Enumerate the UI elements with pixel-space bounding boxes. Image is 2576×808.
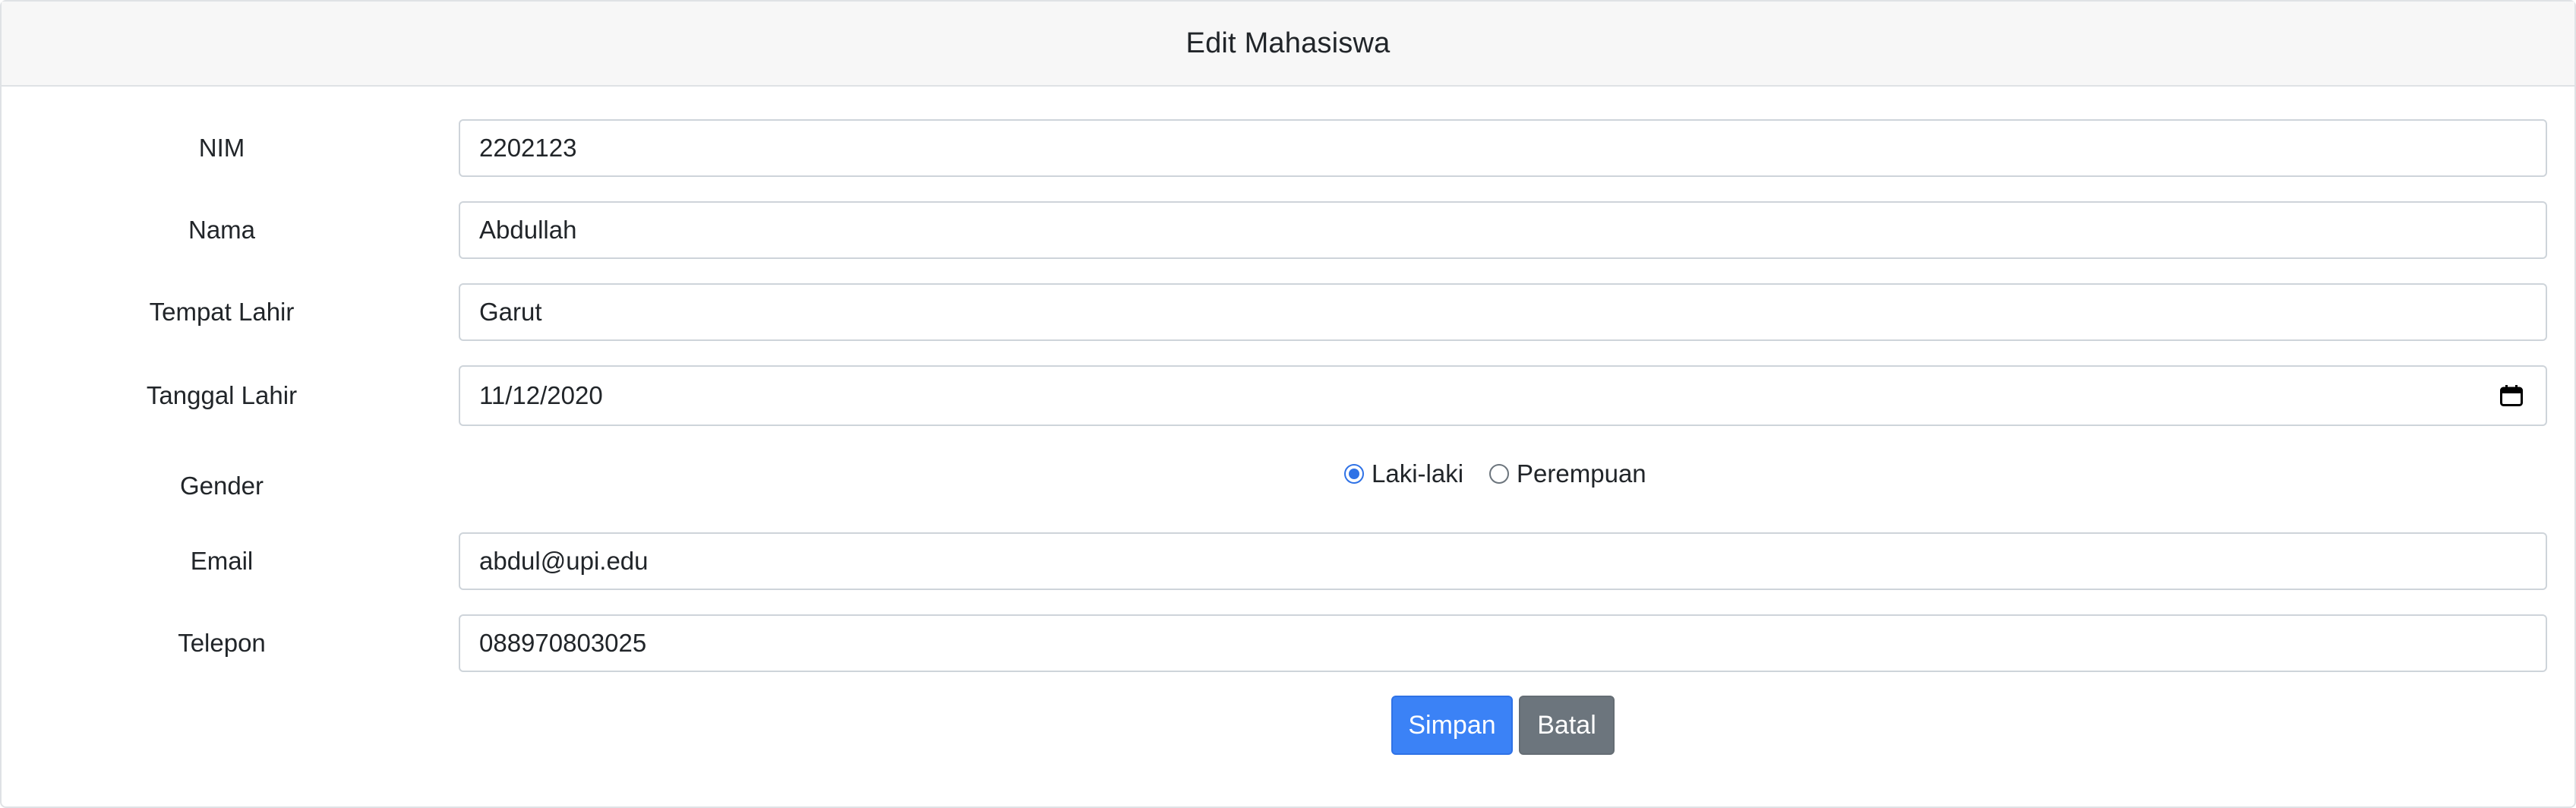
tempat-lahir-input[interactable]: Garut <box>459 283 2547 341</box>
email-input[interactable]: abdul@upi.edu <box>459 532 2547 590</box>
save-button[interactable]: Simpan <box>1391 696 1513 755</box>
nim-label: NIM <box>198 134 245 162</box>
nama-row: Nama Abdullah <box>2 201 2576 259</box>
cancel-button[interactable]: Batal <box>1519 696 1615 755</box>
tempat-lahir-row: Tempat Lahir Garut <box>2 283 2576 341</box>
card-header: Edit Mahasiswa <box>2 2 2574 87</box>
gender-male-label[interactable]: Laki-laki <box>1372 459 1463 488</box>
edit-student-card: Edit Mahasiswa NIM 2202123 Nama Abdullah… <box>0 0 2576 808</box>
tanggal-lahir-input[interactable]: 11/12/2020 <box>459 365 2547 426</box>
gender-row: Gender Laki-laki Perempuan <box>2 451 2576 509</box>
gender-label: Gender <box>179 472 264 500</box>
nama-label: Nama <box>188 216 256 244</box>
tempat-lahir-label: Tempat Lahir <box>149 298 295 326</box>
nim-input[interactable]: 2202123 <box>459 119 2547 177</box>
tanggal-lahir-value: 11/12/2020 <box>479 381 603 409</box>
gender-male-radio[interactable] <box>1344 464 1364 484</box>
email-row: Email abdul@upi.edu <box>2 532 2576 590</box>
page-title: Edit Mahasiswa <box>1185 27 1391 59</box>
telepon-input[interactable]: 088970803025 <box>459 614 2547 672</box>
nim-row: NIM 2202123 <box>2 119 2576 177</box>
telepon-row: Telepon 088970803025 <box>2 614 2576 672</box>
telepon-label: Telepon <box>178 629 266 657</box>
gender-radio-group: Laki-laki Perempuan <box>1344 445 1672 503</box>
tanggal-lahir-label: Tanggal Lahir <box>146 381 298 409</box>
tanggal-lahir-row: Tanggal Lahir 11/12/2020 <box>2 365 2576 426</box>
nama-input[interactable]: Abdullah <box>459 201 2547 259</box>
calendar-icon[interactable] <box>2500 385 2523 406</box>
gender-female-radio[interactable] <box>1489 464 1510 484</box>
gender-female-label[interactable]: Perempuan <box>1517 459 1646 488</box>
email-label: Email <box>190 547 254 575</box>
